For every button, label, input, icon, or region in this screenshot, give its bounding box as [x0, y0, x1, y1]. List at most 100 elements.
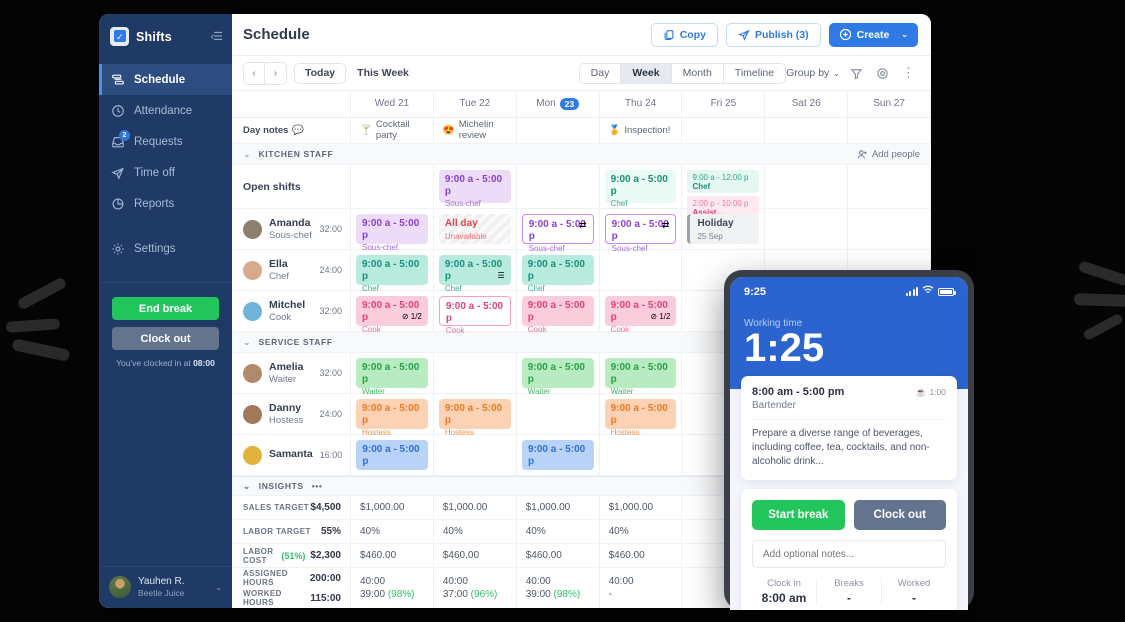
shift-block[interactable]: 9:00 a - 5:00 pWaiter — [356, 358, 428, 388]
shift-cell[interactable]: 9:00 a - 5:00 pCook — [434, 291, 517, 331]
shift-cell[interactable]: 9:00 a - 5:00 pChef☰ — [434, 250, 517, 290]
shift-cell[interactable]: 9:00 a - 5:00 pChef — [517, 250, 600, 290]
shift-block[interactable]: 9:00 a - 5:00 pChef — [522, 255, 594, 285]
shift-cell[interactable] — [765, 209, 848, 249]
day-note-cell[interactable] — [517, 118, 600, 143]
shift-cell[interactable] — [848, 165, 931, 208]
create-button[interactable]: Create ⌄ — [829, 23, 918, 47]
shift-cell[interactable]: 9:00 a - 5:00 pCook⊘ 1/2 — [351, 291, 434, 331]
shift-cell[interactable]: 9:00 a - 5:00 pHostess — [600, 394, 683, 434]
phone-clock-out-button[interactable]: Clock out — [854, 500, 947, 530]
day-header[interactable]: Sun 27 — [848, 91, 931, 117]
tab-week[interactable]: Week — [621, 64, 671, 83]
shift-cell[interactable]: 9:00 a - 5:00 pSous-chef — [351, 209, 434, 249]
day-note-cell[interactable]: 😍Michelin review — [434, 118, 517, 143]
day-header[interactable]: Wed 21 — [351, 91, 434, 117]
shift-cell[interactable]: 9:00 a - 5:00 pSous-chef⇄ — [517, 209, 600, 249]
settings-gear-icon[interactable] — [873, 64, 892, 83]
shift-cell[interactable] — [351, 165, 434, 208]
day-note-cell[interactable]: 🍸Cocktail party — [351, 118, 434, 143]
ellipsis-icon[interactable]: ••• — [312, 481, 323, 491]
day-header[interactable]: Tue 22 — [434, 91, 517, 117]
shift-block[interactable]: 9:00 a - 5:00 pHostess — [439, 399, 511, 429]
collapse-icon[interactable]: ‹☰ — [210, 30, 222, 43]
shift-cell[interactable]: 9:00 a - 5:00 pWaiter — [351, 353, 434, 393]
clock-out-button[interactable]: Clock out — [112, 327, 219, 350]
shift-cell[interactable]: 9:00 a - 5:00 pCook⊘ 1/2 — [600, 291, 683, 331]
shift-cell[interactable]: 9:00 a - 5:00 pWaiter — [517, 353, 600, 393]
shift-swap-icon[interactable]: ⇄ — [662, 220, 670, 231]
day-note-cell[interactable] — [848, 118, 931, 143]
shift-cell[interactable] — [765, 165, 848, 208]
shift-block[interactable]: 9:00 a - 5:00 pCook — [522, 296, 594, 326]
sidebar-item-reports[interactable]: Reports — [99, 188, 232, 219]
sidebar-item-settings[interactable]: Settings — [99, 233, 232, 264]
day-header[interactable]: Thu 24 — [600, 91, 683, 117]
shift-block[interactable]: 9:00 a - 5:00 p — [522, 440, 594, 470]
shift-block[interactable]: 9:00 a - 5:00 p — [356, 440, 428, 470]
shift-block[interactable]: 9:00 a - 5:00 pHostess — [356, 399, 428, 429]
day-note-cell[interactable] — [682, 118, 765, 143]
copy-button[interactable]: Copy — [651, 23, 718, 47]
tab-month[interactable]: Month — [672, 64, 724, 83]
prev-week-button[interactable]: ‹ — [244, 63, 265, 84]
day-note-cell[interactable]: 🏅Inspection! — [600, 118, 683, 143]
tab-day[interactable]: Day — [580, 64, 622, 83]
shift-cell[interactable]: 9:00 a - 12:00 p Chef2:00 p - 10:00 p As… — [682, 165, 765, 208]
start-break-button[interactable]: Start break — [752, 500, 845, 530]
optional-notes-input[interactable] — [752, 540, 946, 568]
shift-cell[interactable]: 9:00 a - 5:00 pCook — [517, 291, 600, 331]
phone-shift-card[interactable]: 8:00 am - 5:00 pm ☕ 1:00 Bartender Prepa… — [741, 376, 957, 480]
more-options-icon[interactable]: ⋮ — [899, 64, 918, 83]
filter-icon[interactable] — [847, 64, 866, 83]
shift-block[interactable]: 9:00 a - 5:00 pWaiter — [605, 358, 677, 388]
shift-block[interactable]: 9:00 a - 5:00 pSous-chef — [439, 170, 511, 203]
shift-cell[interactable]: 9:00 a - 5:00 pChef — [351, 250, 434, 290]
next-week-button[interactable]: › — [265, 63, 286, 84]
day-header[interactable]: Sat 26 — [765, 91, 848, 117]
add-people-button[interactable]: Add people — [857, 149, 920, 160]
mini-shift[interactable]: 9:00 a - 12:00 p Chef — [687, 170, 759, 193]
end-break-button[interactable]: End break — [112, 297, 219, 320]
shift-cell[interactable]: 9:00 a - 5:00 pHostess — [434, 394, 517, 434]
shift-block[interactable]: 9:00 a - 5:00 pChef — [356, 255, 428, 285]
shift-cell[interactable]: Holiday25 Sep — [682, 209, 765, 249]
shift-cell[interactable] — [600, 250, 683, 290]
shift-cell[interactable]: 9:00 a - 5:00 pSous-chef — [434, 165, 517, 208]
shift-cell[interactable]: 9:00 a - 5:00 p — [351, 435, 434, 475]
sidebar-item-attendance[interactable]: Attendance — [99, 95, 232, 126]
shift-block[interactable]: 9:00 a - 5:00 pSous-chef⇄ — [522, 214, 594, 244]
shift-swap-icon[interactable]: ⇄ — [579, 220, 587, 231]
shift-block[interactable]: 9:00 a - 5:00 pSous-chef — [356, 214, 428, 244]
group-header-1[interactable]: ⌄KITCHEN STAFFAdd people — [232, 144, 931, 165]
publish-button[interactable]: Publish (3) — [726, 23, 821, 47]
shift-cell[interactable]: 9:00 a - 5:00 pWaiter — [600, 353, 683, 393]
shift-block[interactable]: 9:00 a - 5:00 pCook — [439, 296, 511, 326]
shift-block[interactable]: 9:00 a - 5:00 pChef — [605, 170, 677, 203]
shift-block[interactable]: 9:00 a - 5:00 pWaiter — [522, 358, 594, 388]
shift-block[interactable]: 9:00 a - 5:00 pChef☰ — [439, 255, 511, 285]
shift-cell[interactable]: 9:00 a - 5:00 p — [517, 435, 600, 475]
sidebar-item-time-off[interactable]: Time off — [99, 157, 232, 188]
day-note-cell[interactable] — [765, 118, 848, 143]
shift-cell[interactable]: 9:00 a - 5:00 pSous-chef⇄ — [600, 209, 683, 249]
group-by-dropdown[interactable]: Group by ⌄ — [786, 67, 840, 79]
user-menu[interactable]: Yauhen R. Beetle Juice ⌄ — [99, 566, 232, 608]
shift-cell[interactable]: 9:00 a - 5:00 pHostess — [351, 394, 434, 434]
shift-block[interactable]: 9:00 a - 5:00 pSous-chef⇄ — [605, 214, 677, 244]
sidebar-item-requests[interactable]: 2 Requests — [99, 126, 232, 157]
shift-block[interactable]: 9:00 a - 5:00 pCook⊘ 1/2 — [356, 296, 428, 326]
chevron-down-icon[interactable]: ⌄ — [901, 30, 908, 39]
shift-block[interactable]: Holiday25 Sep — [687, 214, 759, 244]
day-header[interactable]: Fri 25 — [682, 91, 765, 117]
shift-cell[interactable]: All dayUnavailable — [434, 209, 517, 249]
shift-block[interactable]: All dayUnavailable — [439, 214, 511, 244]
shift-cell[interactable] — [848, 209, 931, 249]
shift-cell[interactable] — [434, 435, 517, 475]
shift-cell[interactable] — [600, 435, 683, 475]
sidebar-item-schedule[interactable]: Schedule — [99, 64, 232, 95]
tab-timeline[interactable]: Timeline — [724, 64, 785, 83]
shift-cell[interactable] — [517, 394, 600, 434]
shift-block[interactable]: 9:00 a - 5:00 pHostess — [605, 399, 677, 429]
shift-block[interactable]: 9:00 a - 5:00 pCook⊘ 1/2 — [605, 296, 677, 326]
